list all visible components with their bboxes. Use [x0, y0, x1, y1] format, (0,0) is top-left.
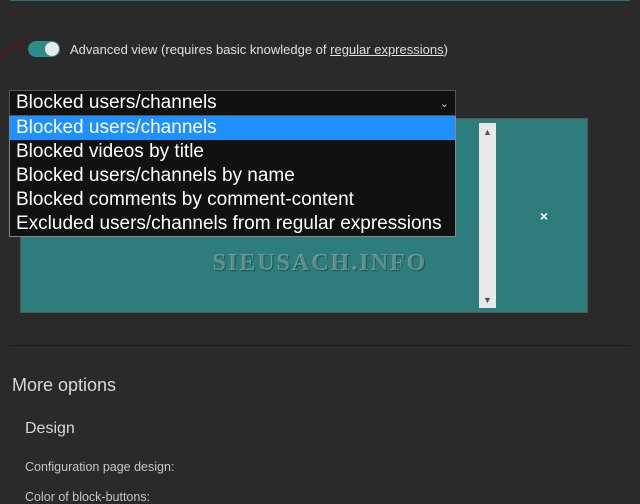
advanced-view-toggle[interactable] [28, 41, 60, 57]
design-heading: Design [25, 420, 75, 438]
dropdown-selected-label: Blocked users/channels [16, 92, 217, 114]
advanced-view-label-post: ) [444, 42, 448, 57]
scroll-down-icon[interactable]: ▼ [479, 291, 496, 308]
scroll-up-icon[interactable]: ▲ [479, 123, 496, 140]
top-divider [10, 0, 630, 1]
dropdown-options: Blocked users/channels Blocked videos by… [9, 116, 456, 237]
dropdown-option[interactable]: Blocked comments by comment-content [10, 188, 455, 212]
advanced-view-row: Advanced view (requires basic knowledge … [28, 41, 448, 57]
panel-side-column: × [513, 123, 575, 308]
advanced-view-label: Advanced view (requires basic knowledge … [70, 42, 448, 57]
config-page-design-label: Configuration page design: [25, 460, 174, 474]
dropdown-option[interactable]: Blocked users/channels by name [10, 164, 455, 188]
advanced-view-label-pre: Advanced view (requires basic knowledge … [70, 42, 330, 57]
panel-scrollbar[interactable]: ▲ ▼ [479, 123, 496, 308]
dropdown-option[interactable]: Excluded users/channels from regular exp… [10, 212, 455, 236]
close-icon[interactable]: × [540, 208, 548, 224]
toggle-knob [45, 42, 59, 56]
annotation-arrow [0, 39, 27, 58]
regex-link[interactable]: regular expressions [330, 42, 443, 57]
filter-dropdown[interactable]: Blocked users/channels ⌄ Blocked users/c… [9, 90, 456, 237]
more-options-heading: More options [12, 375, 116, 396]
chevron-down-icon: ⌄ [440, 97, 449, 110]
dropdown-option[interactable]: Blocked videos by title [10, 140, 455, 164]
dropdown-selected[interactable]: Blocked users/channels ⌄ [9, 90, 456, 116]
dropdown-option[interactable]: Blocked users/channels [10, 116, 455, 140]
section-divider [10, 345, 630, 346]
